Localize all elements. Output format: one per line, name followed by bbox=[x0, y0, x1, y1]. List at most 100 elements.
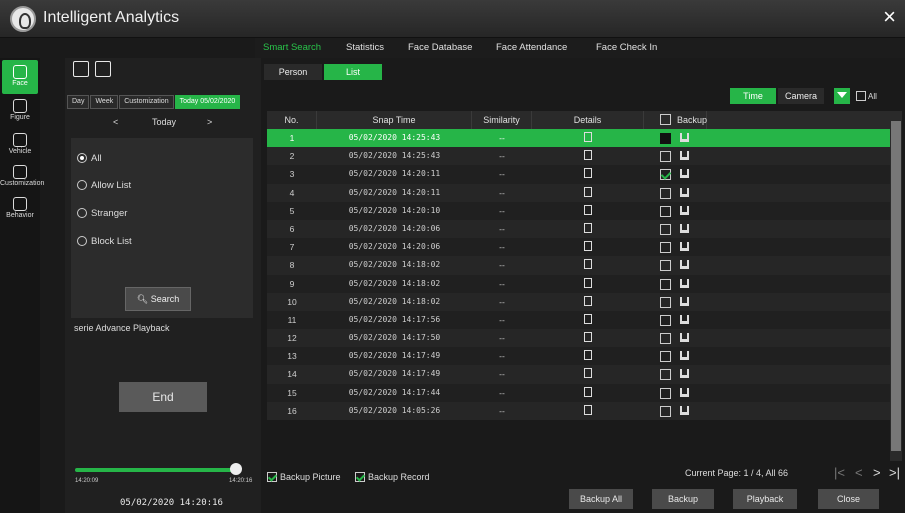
scrollbar-thumb[interactable] bbox=[891, 121, 901, 451]
end-button[interactable]: End bbox=[119, 382, 207, 412]
sidebar-item-vehicle[interactable]: Vehicle bbox=[2, 130, 38, 160]
backup-icon[interactable] bbox=[680, 351, 689, 361]
first-page-icon[interactable]: |< bbox=[834, 465, 845, 480]
last-page-icon[interactable]: >| bbox=[889, 465, 900, 480]
backup-checkbox[interactable] bbox=[660, 405, 671, 417]
slider-handle[interactable] bbox=[230, 463, 243, 475]
backup-icon[interactable] bbox=[680, 223, 689, 233]
details-icon[interactable] bbox=[584, 295, 592, 306]
details-icon[interactable] bbox=[584, 386, 592, 397]
tab-face-attendance[interactable]: Face Attendance bbox=[496, 42, 567, 53]
table-row[interactable]: 13 05/02/2020 14:17:49 -- bbox=[267, 347, 890, 366]
backup-icon[interactable] bbox=[680, 278, 689, 288]
prev-page-icon[interactable]: < bbox=[855, 465, 863, 480]
backup-record-checkbox[interactable]: Backup Record bbox=[355, 472, 430, 482]
details-icon[interactable] bbox=[584, 241, 592, 252]
table-row[interactable]: 6 05/02/2020 14:20:06 -- bbox=[267, 219, 890, 239]
backup-icon[interactable] bbox=[680, 205, 689, 215]
details-icon[interactable] bbox=[584, 204, 592, 215]
sidebar-item-customization[interactable]: Customization bbox=[0, 162, 44, 192]
close-icon[interactable]: × bbox=[883, 6, 896, 28]
list-view-icon[interactable] bbox=[73, 61, 89, 77]
tab-list[interactable]: List bbox=[324, 64, 382, 80]
table-row[interactable]: 3 05/02/2020 14:20:11 -- bbox=[267, 165, 890, 184]
backup-checkbox[interactable] bbox=[660, 333, 671, 345]
backup-icon[interactable] bbox=[680, 369, 689, 379]
backup-picture-checkbox[interactable]: Backup Picture bbox=[267, 472, 341, 482]
backup-icon[interactable] bbox=[680, 260, 689, 270]
backup-checkbox[interactable] bbox=[660, 351, 671, 363]
backup-checkbox[interactable] bbox=[660, 169, 671, 181]
sort-time-button[interactable]: Time bbox=[730, 88, 776, 104]
backup-all-button[interactable]: Backup All bbox=[569, 489, 633, 509]
backup-icon[interactable] bbox=[680, 133, 689, 142]
prev-day-icon[interactable]: < bbox=[113, 117, 118, 127]
tab-person[interactable]: Person bbox=[264, 64, 322, 80]
tab-statistics[interactable]: Statistics bbox=[346, 42, 384, 53]
sidebar-item-face[interactable]: Face bbox=[2, 60, 38, 94]
table-row[interactable]: 9 05/02/2020 14:18:02 -- bbox=[267, 274, 890, 293]
backup-checkbox[interactable] bbox=[660, 187, 671, 199]
details-icon[interactable] bbox=[584, 168, 592, 179]
backup-checkbox[interactable] bbox=[660, 151, 671, 163]
details-icon[interactable] bbox=[584, 277, 592, 288]
tab-face-check-in[interactable]: Face Check In bbox=[596, 42, 657, 53]
backup-checkbox[interactable] bbox=[660, 205, 671, 217]
tab-today[interactable]: Today 05/02/2020 bbox=[174, 95, 241, 109]
backup-checkbox[interactable] bbox=[660, 242, 671, 254]
backup-checkbox[interactable] bbox=[660, 296, 671, 308]
details-icon[interactable] bbox=[584, 186, 592, 197]
backup-icon[interactable] bbox=[680, 151, 689, 161]
next-page-icon[interactable]: > bbox=[873, 465, 881, 480]
radio-allow-list[interactable]: Allow List bbox=[77, 180, 131, 191]
backup-icon[interactable] bbox=[680, 333, 689, 343]
table-row[interactable]: 12 05/02/2020 14:17:50 -- bbox=[267, 329, 890, 348]
tab-week[interactable]: Week bbox=[90, 95, 119, 109]
sort-camera-button[interactable]: Camera bbox=[778, 88, 824, 104]
filter-funnel-icon[interactable] bbox=[834, 88, 850, 104]
sidebar-item-figure[interactable]: Figure bbox=[2, 96, 38, 126]
backup-button[interactable]: Backup bbox=[652, 489, 714, 509]
details-icon[interactable] bbox=[584, 222, 592, 233]
table-row[interactable]: 10 05/02/2020 14:18:02 -- bbox=[267, 292, 890, 311]
details-icon[interactable] bbox=[584, 350, 592, 361]
backup-checkbox[interactable] bbox=[660, 314, 671, 326]
backup-icon[interactable] bbox=[680, 387, 689, 397]
radio-stranger[interactable]: Stranger bbox=[77, 208, 127, 219]
sidebar-item-behavior[interactable]: Behavior bbox=[2, 194, 38, 224]
table-row[interactable]: 15 05/02/2020 14:17:44 -- bbox=[267, 383, 890, 402]
close-button[interactable]: Close bbox=[818, 489, 879, 509]
radio-block-list[interactable]: Block List bbox=[77, 236, 132, 247]
backup-icon[interactable] bbox=[680, 296, 689, 306]
table-row[interactable]: 5 05/02/2020 14:20:10 -- bbox=[267, 201, 890, 220]
table-row[interactable]: 2 05/02/2020 14:25:43 -- bbox=[267, 147, 890, 166]
backup-icon[interactable] bbox=[680, 314, 689, 324]
backup-checkbox[interactable] bbox=[660, 133, 671, 144]
radio-all[interactable]: All bbox=[77, 153, 102, 164]
backup-checkbox[interactable] bbox=[660, 223, 671, 235]
details-icon[interactable] bbox=[584, 132, 592, 142]
details-icon[interactable] bbox=[584, 368, 592, 379]
select-all-checkbox[interactable] bbox=[660, 114, 671, 125]
playback-button[interactable]: Playback bbox=[733, 489, 797, 509]
tab-day[interactable]: Day bbox=[67, 95, 90, 109]
table-row[interactable]: 4 05/02/2020 14:20:11 -- bbox=[267, 183, 890, 202]
backup-checkbox[interactable] bbox=[660, 278, 671, 290]
playback-slider[interactable] bbox=[75, 468, 241, 472]
table-row[interactable]: 1 05/02/2020 14:25:43 -- bbox=[267, 129, 890, 148]
table-row[interactable]: 14 05/02/2020 14:17:49 -- bbox=[267, 365, 890, 384]
backup-icon[interactable] bbox=[680, 242, 689, 252]
table-row[interactable]: 8 05/02/2020 14:18:02 -- bbox=[267, 256, 890, 275]
details-icon[interactable] bbox=[584, 313, 592, 324]
backup-icon[interactable] bbox=[680, 187, 689, 197]
details-icon[interactable] bbox=[584, 332, 592, 343]
next-day-icon[interactable]: > bbox=[207, 117, 212, 127]
tab-face-database[interactable]: Face Database bbox=[408, 42, 472, 53]
search-button[interactable]: 🔍︎ Search bbox=[125, 287, 191, 311]
all-checkbox[interactable] bbox=[856, 91, 866, 101]
table-row[interactable]: 11 05/02/2020 14:17:56 -- bbox=[267, 310, 890, 330]
backup-checkbox[interactable] bbox=[660, 260, 671, 272]
backup-checkbox[interactable] bbox=[660, 369, 671, 381]
tab-smart-search[interactable]: Smart Search bbox=[263, 42, 321, 53]
backup-icon[interactable] bbox=[680, 169, 689, 179]
